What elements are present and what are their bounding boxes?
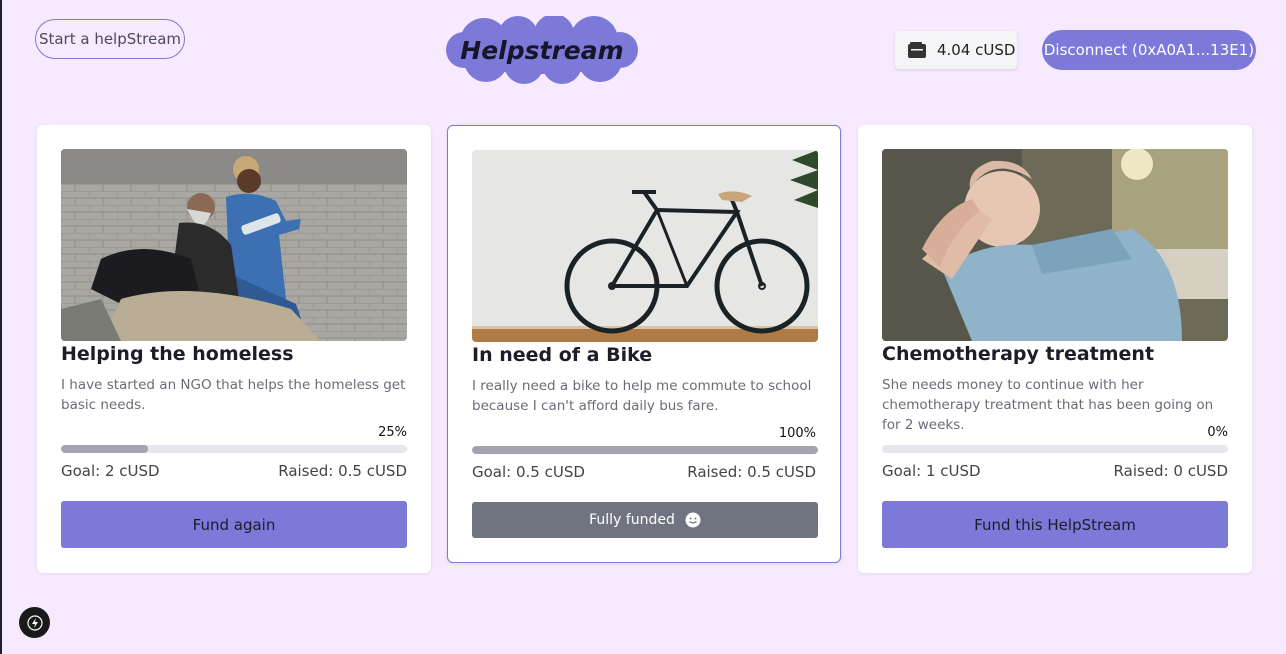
helpstream-card-selected: In need of a Bike I really need a bike t… (447, 125, 841, 563)
raised-amount: Raised: 0.5 cUSD (278, 462, 407, 480)
progress-percent: 100% (778, 426, 816, 441)
card-title: Chemotherapy treatment (882, 343, 1155, 365)
goal-amount: Goal: 1 cUSD (882, 462, 981, 480)
devtools-button[interactable] (19, 607, 50, 638)
helpstream-card: Chemotherapy treatment She needs money t… (858, 125, 1252, 573)
progress-bar (472, 446, 818, 454)
raised-amount: Raised: 0 cUSD (1113, 462, 1228, 480)
start-helpstream-button[interactable]: Start a helpStream (35, 19, 185, 59)
card-title: In need of a Bike (472, 344, 653, 366)
card-description: I really need a bike to help me commute … (472, 378, 812, 414)
fund-helpstream-button[interactable]: Fund this HelpStream (882, 501, 1228, 548)
raised-amount: Raised: 0.5 cUSD (687, 463, 816, 481)
progress-fill (61, 445, 148, 453)
fund-again-button[interactable]: Fund again (61, 501, 407, 548)
progress-bar (882, 445, 1228, 453)
progress-bar (61, 445, 407, 453)
helpstream-card: Helping the homeless I have started an N… (37, 125, 431, 573)
wallet-icon (908, 42, 926, 58)
goal-amount: Goal: 2 cUSD (61, 462, 160, 480)
smile-icon (685, 512, 701, 528)
bolt-icon (26, 614, 43, 631)
balance-display: 4.04 cUSD (895, 31, 1017, 69)
card-description: She needs money to continue with her che… (882, 377, 1214, 433)
logo-text: Helpstream (460, 35, 624, 65)
balance-value: 4.04 cUSD (937, 41, 1016, 59)
homeless-image (61, 149, 407, 341)
disconnect-button[interactable]: Disconnect (0xA0A1...13E1) (1042, 30, 1256, 70)
progress-percent: 0% (1207, 425, 1228, 440)
card-description: I have started an NGO that helps the hom… (61, 377, 406, 413)
fully-funded-button: Fully funded (472, 502, 818, 538)
fully-funded-label: Fully funded (589, 512, 675, 528)
progress-percent: 25% (378, 425, 407, 440)
goal-amount: Goal: 0.5 cUSD (472, 463, 585, 481)
chemotherapy-image (882, 149, 1228, 341)
card-title: Helping the homeless (61, 343, 294, 365)
bike-image (472, 150, 818, 342)
helpstream-logo[interactable]: Helpstream (444, 16, 640, 84)
progress-fill (472, 446, 818, 454)
